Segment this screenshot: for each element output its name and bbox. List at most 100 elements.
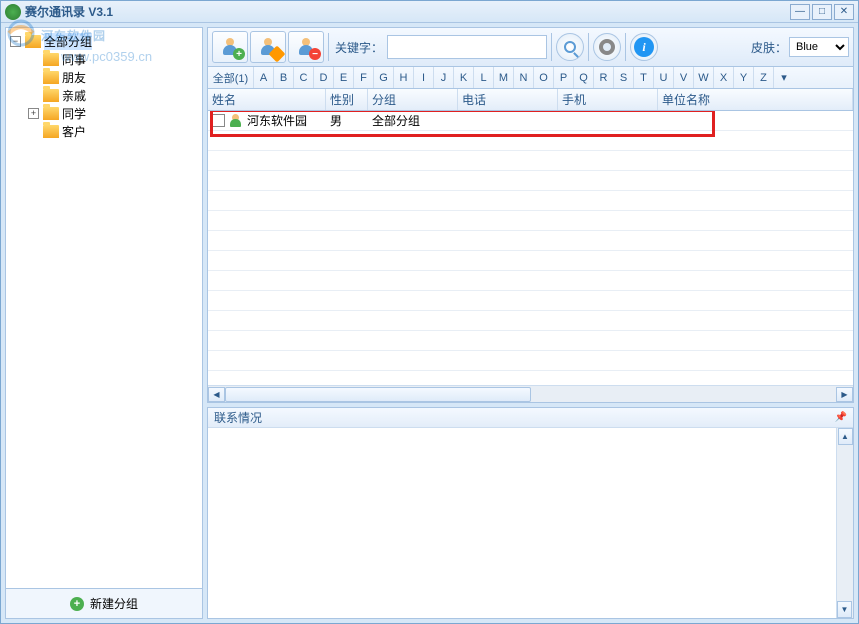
new-group-label: 新建分组	[90, 595, 138, 612]
alpha-M[interactable]: M	[494, 67, 514, 88]
vertical-scrollbar[interactable]: ▲ ▼	[836, 428, 853, 618]
alpha-B[interactable]: B	[274, 67, 294, 88]
info-button[interactable]: i	[630, 33, 658, 61]
cell-name: 河东软件园	[247, 112, 307, 129]
separator	[588, 33, 589, 61]
search-input[interactable]	[387, 35, 547, 59]
grid-header: 姓名 性别 分组 电话 手机 单位名称	[208, 89, 853, 111]
delete-badge-icon: −	[309, 48, 321, 60]
pin-icon[interactable]: 📌	[835, 412, 847, 423]
alpha-all[interactable]: 全部(1)	[208, 67, 254, 88]
alpha-Z[interactable]: Z	[754, 67, 774, 88]
table-row[interactable]: 河东软件园 男 全部分组	[208, 111, 853, 131]
delete-contact-button[interactable]: −	[288, 31, 324, 63]
detail-header: 联系情况 📌	[208, 408, 853, 428]
alpha-W[interactable]: W	[694, 67, 714, 88]
window-title: 赛尔通讯录 V3.1	[25, 3, 790, 20]
alpha-P[interactable]: P	[554, 67, 574, 88]
keyword-label: 关键字：	[335, 39, 383, 56]
col-company[interactable]: 单位名称	[658, 89, 853, 110]
alpha-K[interactable]: K	[454, 67, 474, 88]
scroll-down-button[interactable]: ▼	[837, 601, 852, 618]
alpha-Y[interactable]: Y	[734, 67, 754, 88]
info-icon: i	[634, 37, 654, 57]
alpha-C[interactable]: C	[294, 67, 314, 88]
folder-icon	[25, 35, 41, 48]
alpha-D[interactable]: D	[314, 67, 334, 88]
alpha-H[interactable]: H	[394, 67, 414, 88]
horizontal-scrollbar[interactable]: ◀ ▶	[208, 385, 853, 402]
close-button[interactable]: ✕	[834, 4, 854, 20]
alpha-dropdown[interactable]: ▾	[774, 67, 794, 88]
new-group-button[interactable]: + 新建分组	[6, 588, 202, 618]
scroll-right-button[interactable]: ▶	[836, 387, 853, 402]
col-phone[interactable]: 电话	[458, 89, 558, 110]
edit-contact-button[interactable]	[250, 31, 286, 63]
scroll-left-button[interactable]: ◀	[208, 387, 225, 402]
empty-row	[208, 151, 853, 171]
empty-row	[208, 171, 853, 191]
folder-icon	[43, 71, 59, 84]
alpha-J[interactable]: J	[434, 67, 454, 88]
detail-body: ▲ ▼	[208, 428, 853, 618]
alpha-T[interactable]: T	[634, 67, 654, 88]
add-contact-button[interactable]: +	[212, 31, 248, 63]
add-badge-icon: +	[233, 48, 245, 60]
alpha-N[interactable]: N	[514, 67, 534, 88]
tree-item-qinqi[interactable]: 亲戚	[8, 86, 200, 104]
toolbar: + − 关键字： i	[207, 27, 854, 67]
grid-body: 河东软件园 男 全部分组	[208, 111, 853, 385]
col-name[interactable]: 姓名	[208, 89, 326, 110]
alpha-O[interactable]: O	[534, 67, 554, 88]
scroll-track[interactable]	[225, 387, 836, 402]
alpha-filter-bar: 全部(1) ABCDEFGHIJKLMNOPQRSTUVWXYZ ▾	[207, 67, 854, 89]
alpha-E[interactable]: E	[334, 67, 354, 88]
col-group[interactable]: 分组	[368, 89, 458, 110]
scroll-up-button[interactable]: ▲	[838, 428, 853, 445]
sidebar: − 全部分组 同事 朋友 亲戚 + 同学	[5, 27, 203, 619]
tree-item-kehu[interactable]: 客户	[8, 122, 200, 140]
app-icon	[5, 4, 21, 20]
empty-row	[208, 351, 853, 371]
scroll-thumb[interactable]	[225, 387, 531, 402]
alpha-F[interactable]: F	[354, 67, 374, 88]
skin-select[interactable]: Blue	[789, 37, 849, 57]
empty-row	[208, 291, 853, 311]
row-checkbox[interactable]	[212, 114, 225, 127]
alpha-S[interactable]: S	[614, 67, 634, 88]
empty-row	[208, 331, 853, 351]
alpha-R[interactable]: R	[594, 67, 614, 88]
alpha-X[interactable]: X	[714, 67, 734, 88]
alpha-I[interactable]: I	[414, 67, 434, 88]
alpha-G[interactable]: G	[374, 67, 394, 88]
expand-icon[interactable]: +	[28, 108, 39, 119]
empty-row	[208, 231, 853, 251]
col-mobile[interactable]: 手机	[558, 89, 658, 110]
search-button[interactable]	[556, 33, 584, 61]
alpha-A[interactable]: A	[254, 67, 274, 88]
settings-button[interactable]	[593, 33, 621, 61]
cell-group: 全部分组	[372, 112, 420, 129]
empty-row	[208, 271, 853, 291]
detail-panel: 联系情况 📌 ▲ ▼	[207, 407, 854, 619]
cell-gender: 男	[330, 112, 342, 129]
alpha-V[interactable]: V	[674, 67, 694, 88]
folder-icon	[43, 89, 59, 102]
tree-item-pengyou[interactable]: 朋友	[8, 68, 200, 86]
tree-root[interactable]: − 全部分组	[8, 32, 200, 50]
empty-row	[208, 191, 853, 211]
maximize-button[interactable]: □	[812, 4, 832, 20]
folder-icon	[43, 125, 59, 138]
collapse-icon[interactable]: −	[10, 36, 21, 47]
alpha-U[interactable]: U	[654, 67, 674, 88]
separator	[551, 33, 552, 61]
col-gender[interactable]: 性别	[326, 89, 368, 110]
plus-icon: +	[70, 597, 84, 611]
search-icon	[564, 41, 576, 53]
minimize-button[interactable]: —	[790, 4, 810, 20]
tree-item-tongshi[interactable]: 同事	[8, 50, 200, 68]
tree-item-tongxue[interactable]: + 同学	[8, 104, 200, 122]
folder-icon	[43, 53, 59, 66]
alpha-Q[interactable]: Q	[574, 67, 594, 88]
alpha-L[interactable]: L	[474, 67, 494, 88]
